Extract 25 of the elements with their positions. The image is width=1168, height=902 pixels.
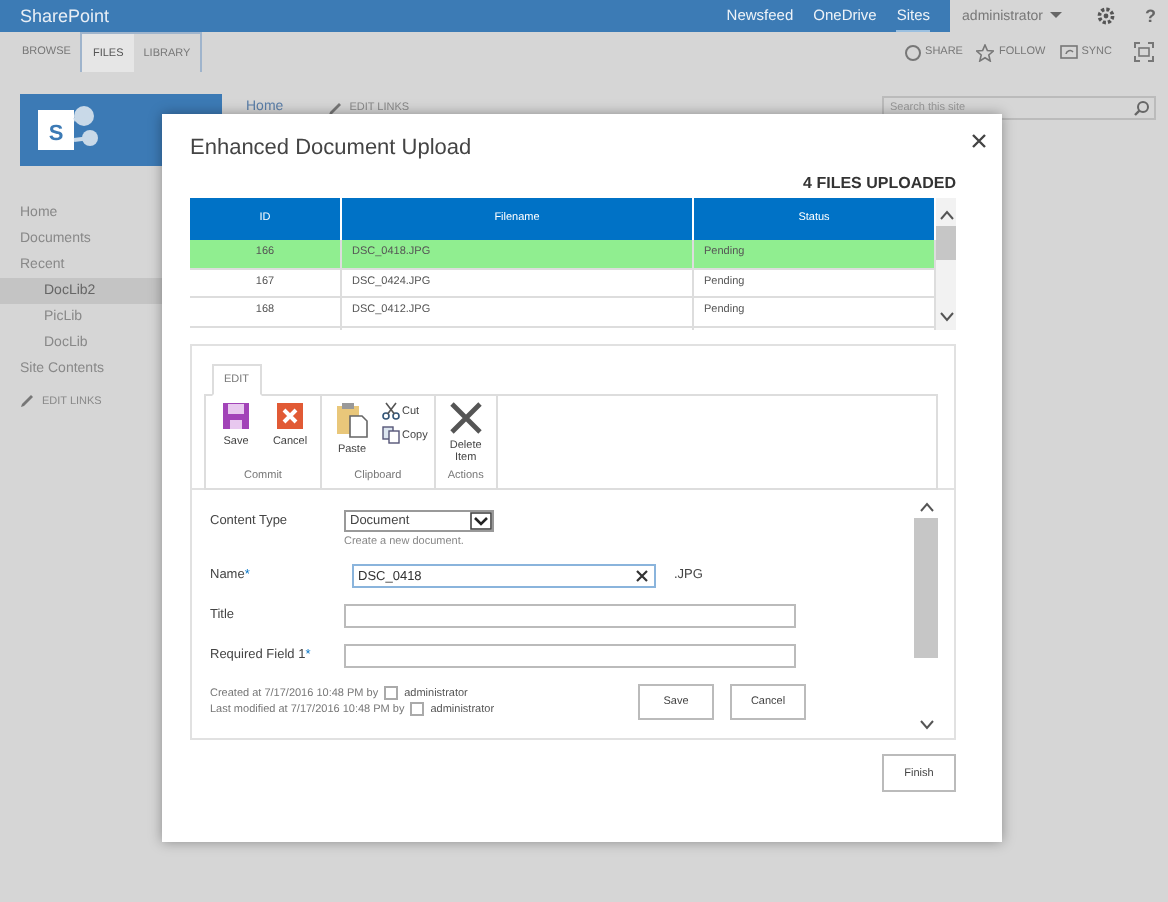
- pencil-icon: [20, 394, 34, 408]
- star-icon: [976, 43, 995, 61]
- copy-icon: [382, 426, 400, 444]
- clipboard-icon: [336, 402, 368, 438]
- close-icon[interactable]: [972, 134, 986, 148]
- clear-icon[interactable]: [636, 570, 648, 582]
- text-field[interactable]: [344, 644, 796, 668]
- scroll-down-icon[interactable]: [919, 720, 933, 730]
- focus-icon[interactable]: [1134, 42, 1154, 62]
- settings-icon[interactable]: [1095, 6, 1115, 26]
- dropdown-arrow-icon: [470, 512, 492, 530]
- text-field[interactable]: [344, 604, 796, 628]
- scroll-up-icon[interactable]: [919, 502, 933, 512]
- upload-summary: 4 FILES UPLOADED: [803, 174, 956, 192]
- scroll-down-icon[interactable]: [939, 312, 953, 322]
- scroll-up-icon[interactable]: [939, 210, 953, 220]
- scissors-icon: [382, 402, 400, 420]
- search-icon: [1134, 100, 1150, 116]
- brand-name[interactable]: SharePoint: [0, 6, 110, 26]
- caret-icon: [1049, 12, 1061, 20]
- sync-icon: [1059, 43, 1078, 61]
- circle-icon: [903, 43, 922, 61]
- help-button[interactable]: ?: [1145, 6, 1156, 26]
- cancel-icon: [276, 402, 304, 430]
- delete-icon: [449, 402, 482, 434]
